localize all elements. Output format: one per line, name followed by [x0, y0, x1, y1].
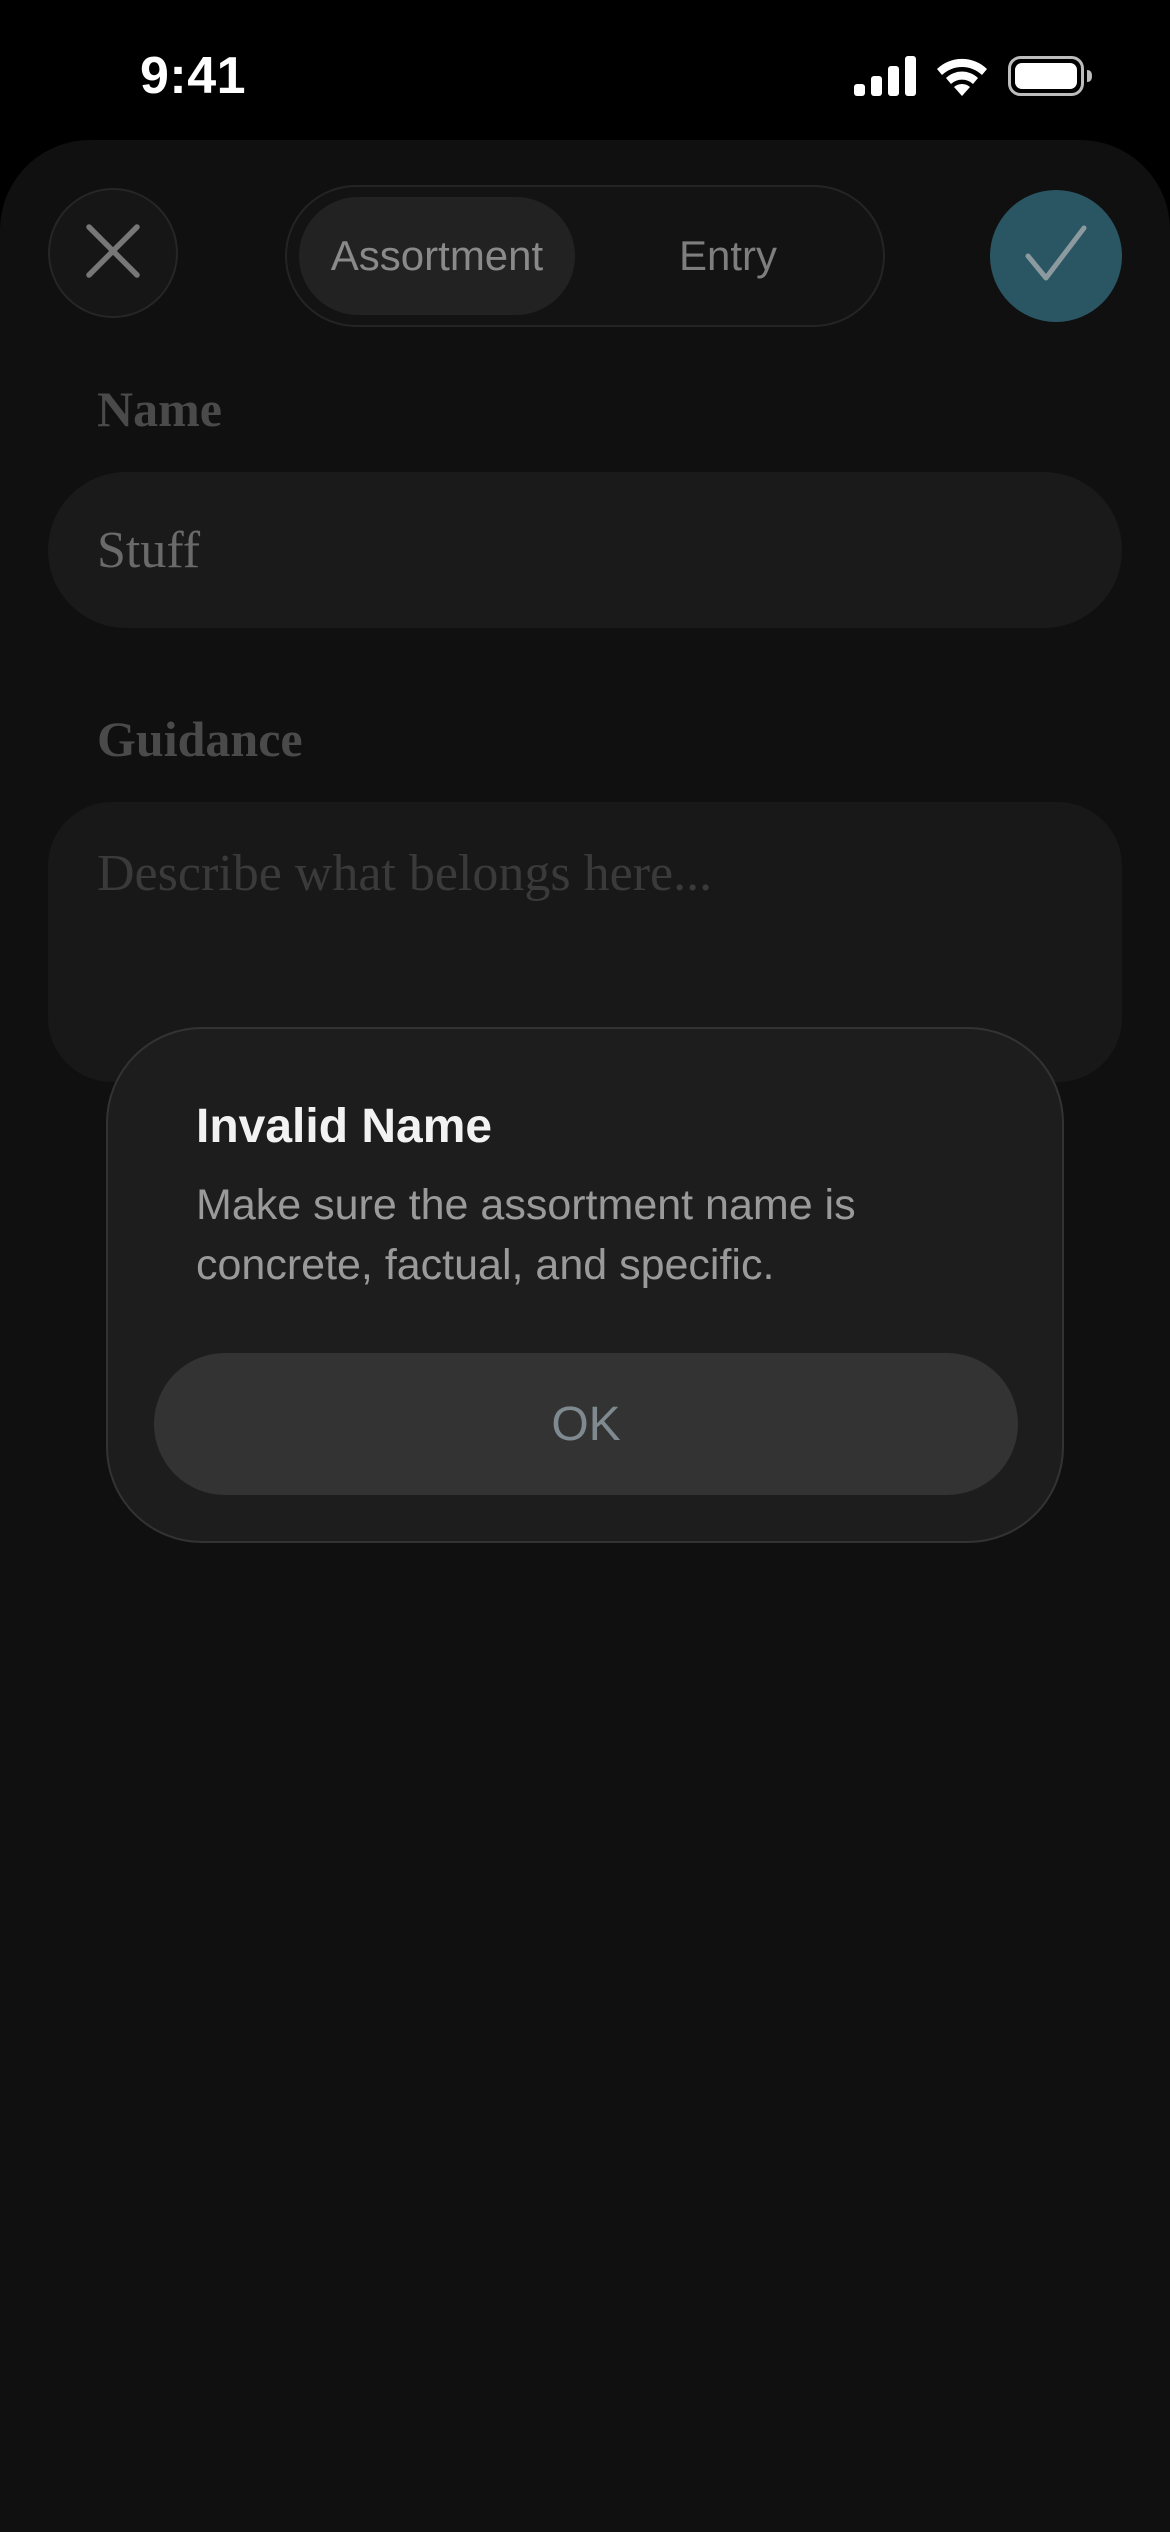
alert-dialog: Invalid Name Make sure the assortment na…: [106, 1027, 1064, 1543]
status-icons: [854, 56, 1092, 96]
confirm-button[interactable]: [990, 190, 1122, 322]
ok-button[interactable]: OK: [154, 1353, 1018, 1495]
name-value: Stuff: [97, 521, 201, 579]
checkmark-icon: [1024, 224, 1088, 289]
battery-icon: [1008, 56, 1092, 96]
segmented-control: Assortment Entry: [285, 185, 885, 327]
cellular-signal-icon: [854, 56, 916, 96]
guidance-label: Guidance: [97, 711, 303, 767]
tab-assortment[interactable]: Assortment: [299, 197, 575, 315]
close-icon: [85, 223, 141, 284]
status-time: 9:41: [140, 47, 247, 105]
alert-title: Invalid Name: [196, 1100, 493, 1153]
tab-entry[interactable]: Entry: [587, 197, 869, 315]
name-label: Name: [97, 381, 222, 437]
name-field[interactable]: Stuff: [48, 472, 1122, 628]
close-button[interactable]: [48, 188, 178, 318]
status-bar: 9:41: [0, 0, 1170, 150]
screen: 9:41 Assortment Entry Name Stuff Guidanc…: [0, 0, 1170, 2532]
wifi-icon: [934, 56, 990, 96]
alert-message: Make sure the assortment name is concret…: [196, 1181, 856, 1289]
guidance-placeholder: Describe what belongs here...: [97, 845, 713, 902]
